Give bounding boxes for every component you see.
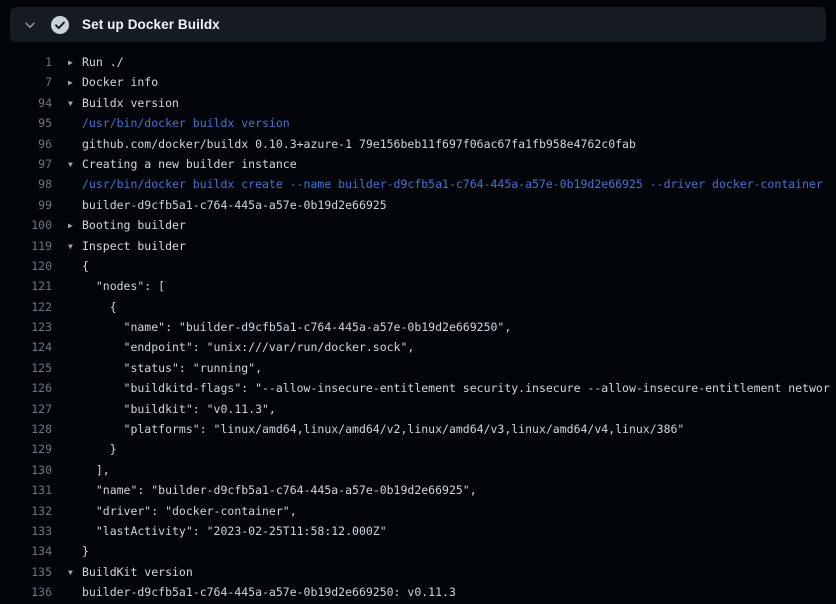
line-number[interactable]: 1 — [0, 52, 52, 72]
output-text: github.com/docker/buildx 0.10.3+azure-1 … — [52, 134, 636, 154]
log-line: 128 "platforms": "linux/amd64,linux/amd6… — [0, 419, 836, 439]
triangle-right-icon[interactable]: ▶ — [68, 53, 82, 73]
output-text: { — [52, 256, 89, 276]
triangle-down-icon[interactable]: ▼ — [68, 94, 82, 114]
triangle-right-icon[interactable]: ▶ — [68, 73, 82, 93]
log-line: 133 "lastActivity": "2023-02-25T11:58:12… — [0, 521, 836, 541]
group-title: Buildx version — [82, 96, 179, 110]
line-number[interactable]: 136 — [0, 582, 52, 602]
output-text: ], — [52, 460, 110, 480]
command-text: /usr/bin/docker buildx version — [52, 113, 290, 133]
log-line: 95/usr/bin/docker buildx version — [0, 113, 836, 133]
line-number[interactable]: 119 — [0, 236, 52, 256]
line-number[interactable]: 99 — [0, 195, 52, 215]
step-title: Set up Docker Buildx — [82, 17, 220, 32]
group-title: Docker info — [82, 75, 158, 89]
log-line[interactable]: 100 ▶Booting builder — [0, 215, 836, 235]
log-line: 98/usr/bin/docker buildx create --name b… — [0, 174, 836, 194]
log-line: 131 "name": "builder-d9cfb5a1-c764-445a-… — [0, 480, 836, 500]
command-text: /usr/bin/docker buildx create --name bui… — [52, 174, 823, 194]
output-text: } — [52, 439, 117, 459]
line-number[interactable]: 94 — [0, 93, 52, 113]
line-number[interactable]: 98 — [0, 174, 52, 194]
log-line[interactable]: 7 ▶Docker info — [0, 72, 836, 92]
log-line: 125 "status": "running", — [0, 358, 836, 378]
triangle-right-icon[interactable]: ▶ — [68, 216, 82, 236]
chevron-down-icon[interactable] — [22, 17, 38, 33]
line-number[interactable]: 124 — [0, 337, 52, 357]
log-line: 130 ], — [0, 460, 836, 480]
line-number[interactable]: 127 — [0, 399, 52, 419]
line-number[interactable]: 133 — [0, 521, 52, 541]
output-text: "name": "builder-d9cfb5a1-c764-445a-a57e… — [52, 317, 511, 337]
log-line[interactable]: 135 ▼BuildKit version — [0, 562, 836, 582]
group-title: BuildKit version — [82, 565, 193, 579]
line-number[interactable]: 123 — [0, 317, 52, 337]
log-line: 124 "endpoint": "unix:///var/run/docker.… — [0, 337, 836, 357]
group-title: Creating a new builder instance — [82, 157, 297, 171]
log-line: 129 } — [0, 439, 836, 459]
log-line: 127 "buildkit": "v0.11.3", — [0, 399, 836, 419]
output-text: "buildkitd-flags": "--allow-insecure-ent… — [52, 378, 830, 398]
log-line: 136builder-d9cfb5a1-c764-445a-a57e-0b19d… — [0, 582, 836, 602]
output-text: } — [52, 541, 89, 561]
line-number[interactable]: 135 — [0, 562, 52, 582]
line-number[interactable]: 125 — [0, 358, 52, 378]
log-line: 122 { — [0, 297, 836, 317]
output-text: "name": "builder-d9cfb5a1-c764-445a-a57e… — [52, 480, 477, 500]
output-text: "lastActivity": "2023-02-25T11:58:12.000… — [52, 521, 387, 541]
line-number[interactable]: 121 — [0, 276, 52, 296]
line-number[interactable]: 96 — [0, 134, 52, 154]
line-number[interactable]: 129 — [0, 439, 52, 459]
line-number[interactable]: 122 — [0, 297, 52, 317]
log-line: 99builder-d9cfb5a1-c764-445a-a57e-0b19d2… — [0, 195, 836, 215]
line-number[interactable]: 131 — [0, 480, 52, 500]
output-text: { — [52, 297, 117, 317]
line-number[interactable]: 95 — [0, 113, 52, 133]
line-number[interactable]: 97 — [0, 154, 52, 174]
log-line: 126 "buildkitd-flags": "--allow-insecure… — [0, 378, 836, 398]
step-header[interactable]: Set up Docker Buildx — [10, 7, 826, 42]
output-text: "status": "running", — [52, 358, 262, 378]
line-number[interactable]: 126 — [0, 378, 52, 398]
log-line[interactable]: 97 ▼Creating a new builder instance — [0, 154, 836, 174]
line-number[interactable]: 132 — [0, 501, 52, 521]
output-text: "endpoint": "unix:///var/run/docker.sock… — [52, 337, 414, 357]
line-number[interactable]: 7 — [0, 72, 52, 92]
log-line: 121 "nodes": [ — [0, 276, 836, 296]
line-number[interactable]: 100 — [0, 215, 52, 235]
group-title: Run ./ — [82, 55, 124, 69]
line-number[interactable]: 120 — [0, 256, 52, 276]
line-number[interactable]: 128 — [0, 419, 52, 439]
log-line: 96github.com/docker/buildx 0.10.3+azure-… — [0, 134, 836, 154]
output-text: builder-d9cfb5a1-c764-445a-a57e-0b19d2e6… — [52, 195, 387, 215]
log-line[interactable]: 119 ▼Inspect builder — [0, 236, 836, 256]
output-text: "platforms": "linux/amd64,linux/amd64/v2… — [52, 419, 684, 439]
line-number[interactable]: 134 — [0, 541, 52, 561]
log-line: 134} — [0, 541, 836, 561]
triangle-down-icon[interactable]: ▼ — [68, 563, 82, 583]
actions-log-viewer: Set up Docker Buildx 1▶Run ./7▶Docker in… — [0, 0, 836, 604]
log-line[interactable]: 1 ▶Run ./ — [0, 52, 836, 72]
line-number[interactable]: 130 — [0, 460, 52, 480]
output-text: "driver": "docker-container", — [52, 501, 297, 521]
log-line: 132 "driver": "docker-container", — [0, 501, 836, 521]
log-line: 120{ — [0, 256, 836, 276]
log-line[interactable]: 94 ▼Buildx version — [0, 93, 836, 113]
log-line: 123 "name": "builder-d9cfb5a1-c764-445a-… — [0, 317, 836, 337]
log-lines-container[interactable]: 1▶Run ./7▶Docker info94▼Buildx version95… — [0, 52, 836, 604]
output-text: builder-d9cfb5a1-c764-445a-a57e-0b19d2e6… — [52, 582, 456, 602]
group-title: Booting builder — [82, 218, 186, 232]
output-text: "nodes": [ — [52, 276, 165, 296]
triangle-down-icon[interactable]: ▼ — [68, 237, 82, 257]
triangle-down-icon[interactable]: ▼ — [68, 155, 82, 175]
group-title: Inspect builder — [82, 239, 186, 253]
output-text: "buildkit": "v0.11.3", — [52, 399, 276, 419]
check-circle-icon — [50, 15, 70, 35]
